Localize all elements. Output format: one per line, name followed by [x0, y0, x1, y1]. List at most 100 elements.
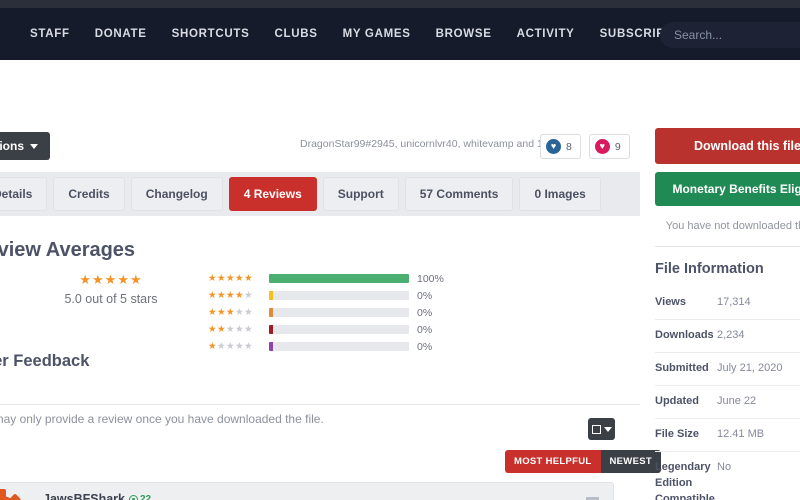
tab-changelog[interactable]: Changelog — [130, 177, 223, 211]
rating-bar-row: ★★★★★ 0% — [208, 323, 444, 336]
file-info-value: 12.41 MB — [717, 427, 765, 440]
file-info-key: Views — [655, 296, 686, 308]
tab-57-comments[interactable]: 57 Comments — [404, 177, 514, 211]
rating-bar-fill — [269, 325, 274, 334]
reaction-badges: ♥ 8 ♥ 9 — [540, 134, 630, 159]
gear-icon — [0, 489, 21, 500]
file-info-row: Downloads 2,234 — [655, 320, 800, 353]
review-card: -Fi JawsBFShark 22 June 23 ★★★★★ 2 of 2 … — [0, 482, 614, 500]
average-stars: ★★★★★ — [79, 272, 143, 287]
file-info-key: Downloads — [655, 328, 714, 341]
file-info-key: Updated — [655, 394, 699, 407]
rating-bar-fill — [269, 291, 274, 300]
file-info-row: Legendary Edition Compatible No — [655, 452, 800, 500]
reaction-count: 9 — [614, 140, 621, 153]
review-author[interactable]: JawsBFShark 22 — [43, 492, 601, 500]
feedback-title: User Feedback — [0, 352, 90, 370]
file-info-value: No — [717, 460, 732, 473]
nav-link-clubs[interactable]: CLUBS — [274, 28, 317, 40]
download-file-button[interactable]: Download this file — [655, 128, 800, 164]
rating-bar-row: ★★★★★ 0% — [208, 306, 444, 319]
average-rating-text: 5.0 out of 5 stars — [64, 292, 158, 306]
rating-bar-fill — [269, 274, 409, 283]
file-information-title: File Information — [655, 261, 764, 277]
rating-bar-stars: ★★★★★ — [208, 273, 254, 284]
rating-bar-row: ★★★★★ 0% — [208, 289, 444, 302]
tab-credits[interactable]: Credits — [53, 177, 125, 211]
rating-bar-stars: ★★★★★ — [208, 290, 254, 301]
file-info-row: Views 17,314 — [655, 287, 800, 320]
author-rep-badge: 22 — [128, 493, 152, 500]
file-information-table: Views 17,314 Downloads 2,234 Submitted July 2… — [655, 287, 800, 500]
heart-icon: ♥ — [546, 139, 561, 154]
nav-link-my-games[interactable]: MY GAMES — [343, 28, 411, 40]
rating-distribution: ★★★★★ 100% ★★★★★ 0% ★★★★★ 0% ★★★★★ 0% ★★★★★ 0% — [208, 272, 444, 357]
avatar[interactable]: -Fi — [0, 489, 25, 500]
nav-link-browse[interactable]: BROWSE — [436, 28, 492, 40]
rating-bar-percent: 0% — [417, 289, 433, 302]
rating-bar-percent: 0% — [417, 340, 433, 353]
author-rep-count: 22 — [139, 493, 152, 500]
review-author-name: JawsBFShark — [43, 492, 125, 500]
rating-bar-stars: ★★★★★ — [208, 307, 254, 318]
like-reaction[interactable]: ♥ 8 — [540, 134, 581, 159]
rating-bar-percent: 0% — [417, 306, 433, 319]
sort-newest-button[interactable]: NEWEST — [600, 450, 661, 473]
file-info-row: Submitted July 21, 2020 — [655, 353, 800, 386]
chevron-down-icon — [30, 143, 39, 149]
tab-details[interactable]: Details — [0, 177, 48, 211]
love-reaction[interactable]: ♥ 9 — [588, 134, 630, 159]
top-strip — [0, 0, 800, 8]
file-info-key: File Size — [655, 427, 700, 440]
average-rating-block: ★★★★★ 5.0 out of 5 stars — [36, 272, 186, 306]
sort-most-helpful-button[interactable]: MOST HELPFUL — [505, 450, 601, 473]
rating-bar-track — [269, 342, 409, 351]
actions-label: Actions — [0, 139, 25, 153]
file-info-value: 2,234 — [717, 328, 745, 341]
rating-bar-percent: 0% — [417, 323, 433, 336]
tab-support[interactable]: Support — [322, 177, 399, 211]
feedback-note: You may only provide a review once you h… — [0, 412, 324, 426]
heart-icon: ♥ — [594, 139, 610, 154]
square-icon — [591, 424, 601, 434]
divider — [655, 246, 800, 247]
search-placeholder: Search... — [674, 28, 723, 42]
tab-0-images[interactable]: 0 Images — [519, 177, 601, 211]
rating-bar-row: ★★★★★ 0% — [208, 340, 444, 353]
rating-bar-fill — [269, 308, 274, 317]
rating-bar-track — [269, 325, 409, 334]
reaction-count: 8 — [566, 140, 572, 153]
reactors-text: DragonStar99#2945, unicornlvr40, whiteva… — [300, 138, 581, 150]
file-info-row: File Size 12.41 MB — [655, 419, 800, 452]
rating-bar-fill — [269, 342, 274, 351]
content-tabs: DetailsCreditsChangelog4 ReviewsSupport5… — [0, 172, 640, 216]
file-info-value: July 21, 2020 — [717, 361, 783, 374]
rating-bar-track — [269, 291, 409, 300]
tab-4-reviews[interactable]: 4 Reviews — [228, 177, 317, 211]
rating-bar-stars: ★★★★★ — [208, 341, 254, 352]
view-options-dropdown[interactable] — [588, 418, 615, 440]
nav-link-donate[interactable]: DONATE — [95, 28, 147, 40]
page-root: STAFF DONATE SHORTCUTS CLUBS MY GAMES BROWSE A… — [0, 0, 800, 500]
rating-bar-track — [269, 308, 409, 317]
monetary-benefits-button[interactable]: Monetary Benefits Eligible — [655, 172, 800, 206]
divider — [0, 404, 640, 405]
search-input[interactable]: Search... — [660, 22, 800, 48]
rating-bar-stars: ★★★★★ — [208, 324, 254, 335]
rating-bar-percent: 100% — [417, 272, 444, 285]
rep-circle-icon — [128, 494, 138, 500]
sidebar: Download this file Monetary Benefits Eli… — [655, 128, 800, 500]
rating-bar-row: ★★★★★ 100% — [208, 272, 444, 285]
sort-toggle-group: MOST HELPFUL NEWEST — [505, 450, 661, 473]
review-header: -Fi JawsBFShark 22 June 23 ★★★★★ 2 of 2 … — [0, 483, 613, 500]
nav-link-shortcuts[interactable]: SHORTCUTS — [172, 28, 250, 40]
download-status-note: You have not downloaded this file — [665, 220, 800, 232]
nav-link-activity[interactable]: ACTIVITY — [517, 28, 575, 40]
chevron-down-icon — [603, 426, 612, 432]
file-info-value: June 22 — [717, 394, 757, 407]
main-navigation: STAFF DONATE SHORTCUTS CLUBS MY GAMES BROWSE A… — [0, 8, 800, 60]
file-info-value: 17,314 — [717, 296, 751, 308]
nav-link-staff[interactable]: STAFF — [30, 28, 70, 40]
file-info-row: Updated June 22 — [655, 386, 800, 419]
actions-dropdown-button[interactable]: Actions — [0, 132, 51, 160]
